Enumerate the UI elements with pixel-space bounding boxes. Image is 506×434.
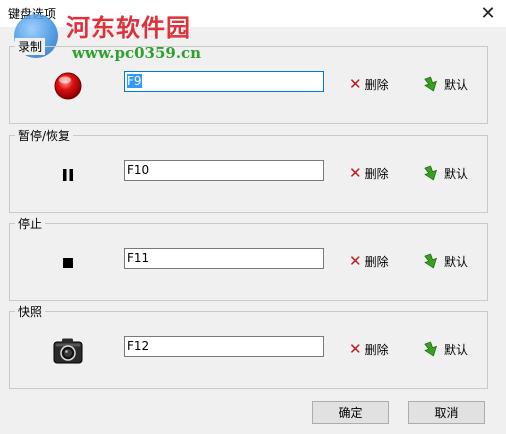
default-label: 默认 [444,254,469,269]
group-label-record: 录制 [15,38,46,55]
default-button-stop[interactable]: 默认 [424,252,468,270]
stop-icon [48,247,88,279]
ok-button[interactable]: 确定 [312,401,389,424]
group-snapshot: 快照 F12 ✕ 删除 默认 [9,303,488,389]
title-bar: 键盘选项 ✕ [0,0,506,27]
group-stop: 停止 F11 ✕ 删除 默认 [9,215,488,301]
default-button-snapshot[interactable]: 默认 [424,340,468,358]
default-label: 默认 [444,166,469,181]
group-label-pause: 暂停/恢复 [15,127,74,144]
delete-button-record[interactable]: ✕ 删除 [349,75,389,93]
default-label: 默认 [444,342,469,357]
default-arrow-icon [424,76,437,92]
default-arrow-icon [424,341,437,357]
group-pause: 暂停/恢复 F10 ✕ 删除 默认 [9,127,488,213]
default-arrow-icon [424,165,437,181]
default-arrow-icon [424,253,437,269]
camera-icon [48,335,88,367]
window-title: 键盘选项 [8,7,57,21]
cancel-button[interactable]: 取消 [408,401,485,424]
delete-label: 删除 [364,342,389,357]
delete-x-icon: ✕ [349,164,362,182]
close-button[interactable]: ✕ [470,0,506,27]
delete-x-icon: ✕ [349,340,362,358]
default-button-pause[interactable]: 默认 [424,164,468,182]
hotkey-input-snapshot[interactable]: F12 [124,336,324,357]
delete-label: 删除 [364,166,389,181]
delete-x-icon: ✕ [349,252,362,270]
group-record: 录制 F9 ✕ 删除 默认 [9,38,488,124]
group-label-snapshot: 快照 [15,303,46,320]
delete-button-snapshot[interactable]: ✕ 删除 [349,340,389,358]
record-icon [48,70,88,102]
default-label: 默认 [444,77,469,92]
pause-icon [48,159,88,191]
delete-label: 删除 [364,254,389,269]
group-label-stop: 停止 [15,215,46,232]
hotkey-input-pause[interactable]: F10 [124,160,324,181]
delete-label: 删除 [364,77,389,92]
hotkey-input-stop[interactable]: F11 [124,248,324,269]
delete-button-pause[interactable]: ✕ 删除 [349,164,389,182]
hotkey-input-record[interactable]: F9 [124,71,324,92]
delete-x-icon: ✕ [349,75,362,93]
delete-button-stop[interactable]: ✕ 删除 [349,252,389,270]
default-button-record[interactable]: 默认 [424,75,468,93]
